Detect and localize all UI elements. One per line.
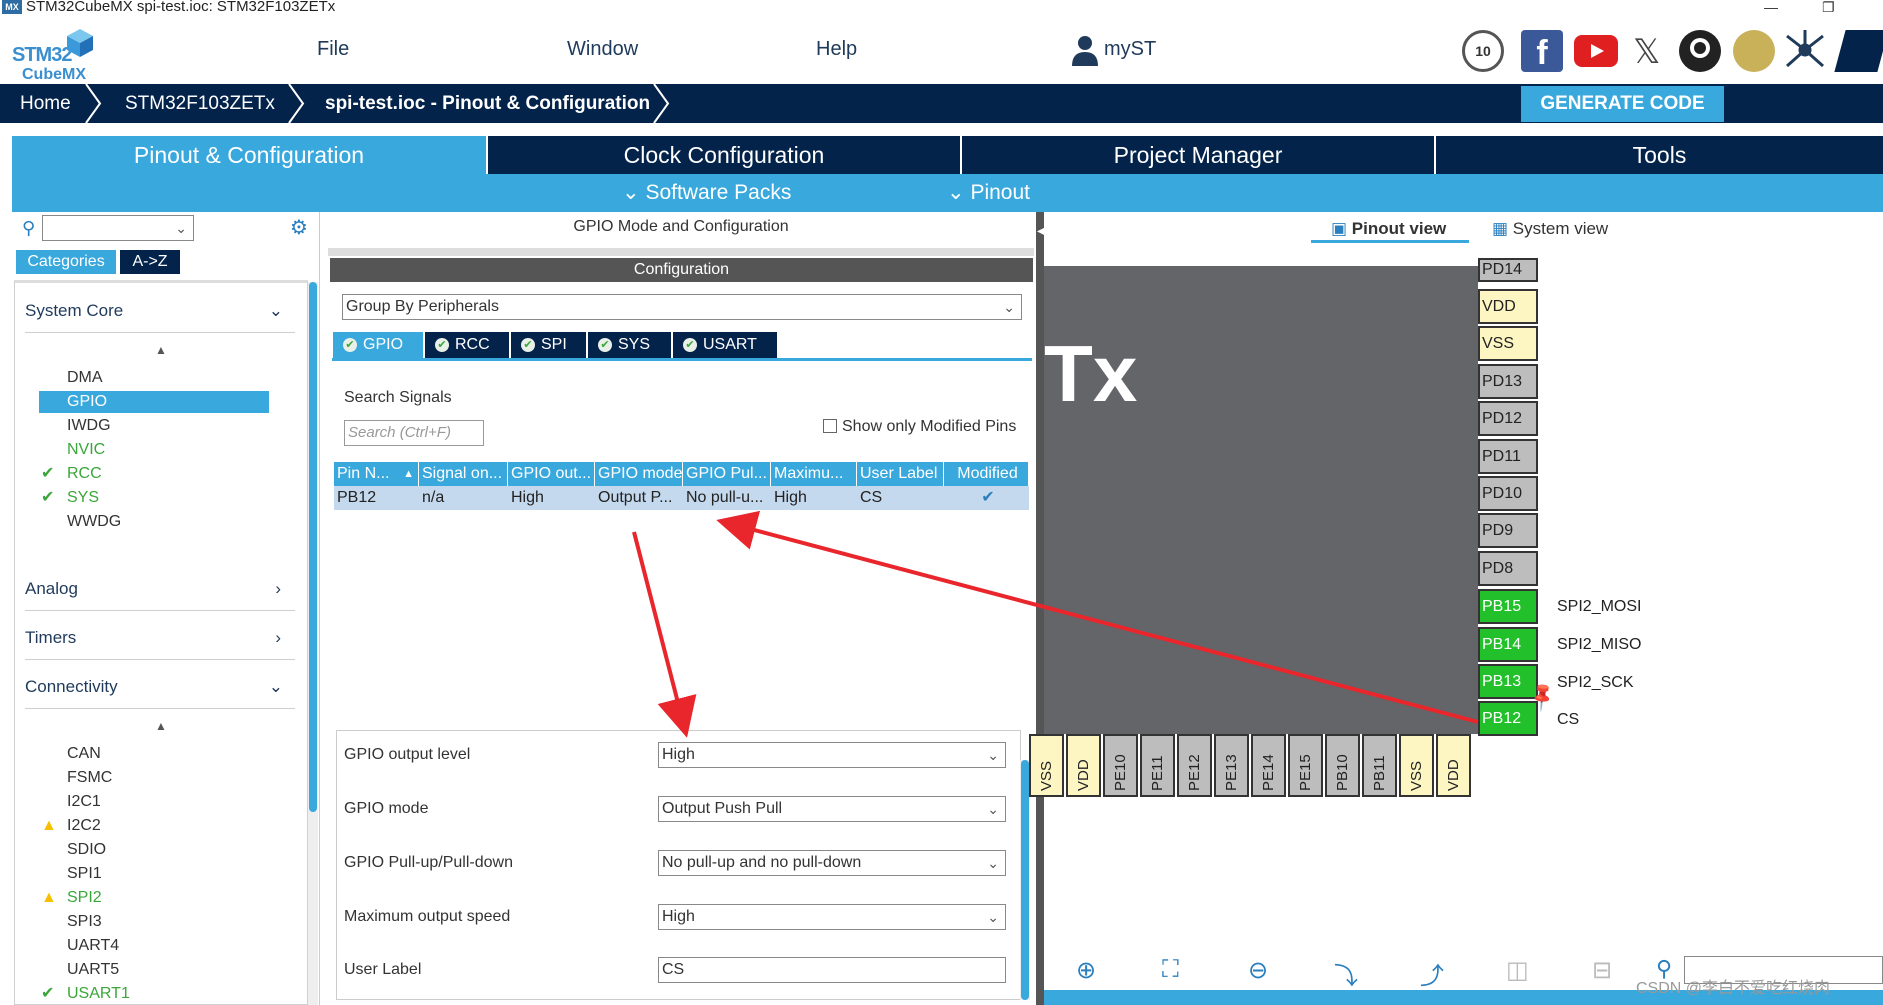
arrow-to-table — [716, 510, 1479, 724]
annotation-arrows — [632, 510, 1479, 738]
app-window: MX STM32CubeMX spi-test.ioc: STM32F103ZE… — [0, 0, 1883, 1005]
watermark: CSDN @李白不爱吃红烧肉 — [1636, 980, 1831, 997]
arrow-to-form — [632, 531, 697, 738]
